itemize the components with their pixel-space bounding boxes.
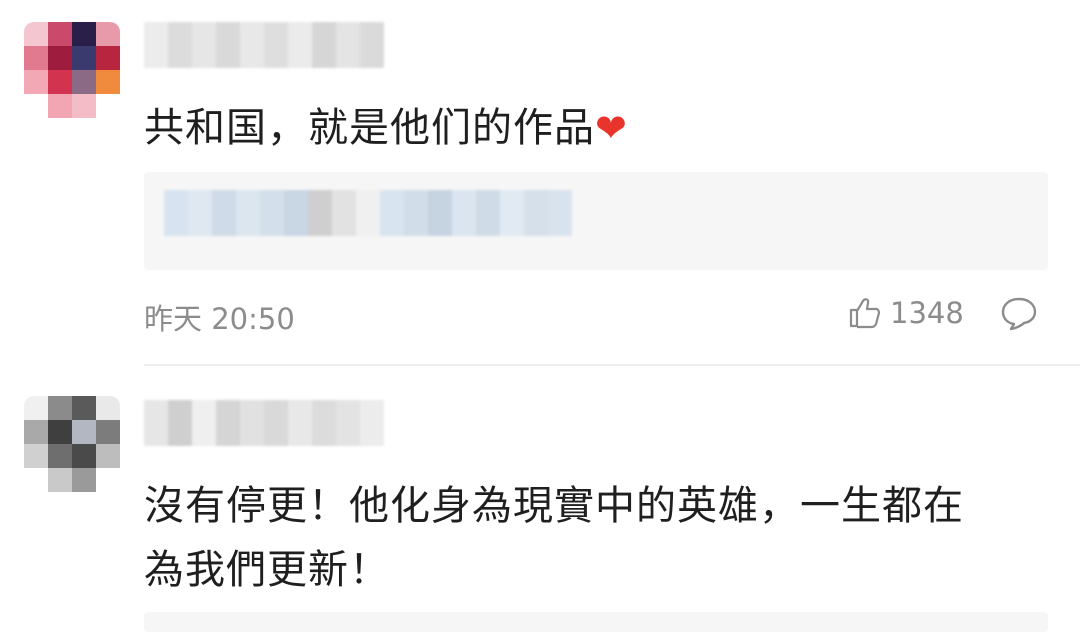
comment-body-line-2: 為我們更新！ xyxy=(144,547,390,593)
thumbs-up-icon xyxy=(849,298,881,329)
avatar[interactable] xyxy=(24,396,120,492)
reply-preview[interactable] xyxy=(144,612,1048,632)
comment-timestamp: 昨天 20:50 xyxy=(144,302,295,336)
comment-item: 共和国，就是他们的作品❤ 昨天 20:50 1348 xyxy=(0,0,1080,360)
heart-emoji: ❤ xyxy=(595,106,628,150)
like-count: 1348 xyxy=(890,296,964,330)
reply-icon[interactable] xyxy=(1000,294,1038,332)
avatar[interactable] xyxy=(24,22,120,118)
comment-body-line-1: 沒有停更！他化身為現實中的英雄，一生都在 xyxy=(144,483,964,529)
reply-preview-blurred xyxy=(164,190,572,236)
comment-body: 共和国，就是他们的作品 xyxy=(144,105,595,151)
like-button[interactable]: 1348 xyxy=(848,296,964,330)
username-blurred[interactable] xyxy=(144,22,384,68)
comment-text: 沒有停更！他化身為現實中的英雄，一生都在 為我們更新！ xyxy=(144,474,1044,602)
comment-text: 共和国，就是他们的作品❤ xyxy=(144,96,1044,160)
reply-preview[interactable] xyxy=(144,172,1048,270)
username-blurred[interactable] xyxy=(144,400,384,446)
comment-item: 沒有停更！他化身為現實中的英雄，一生都在 為我們更新！ xyxy=(0,366,1080,632)
